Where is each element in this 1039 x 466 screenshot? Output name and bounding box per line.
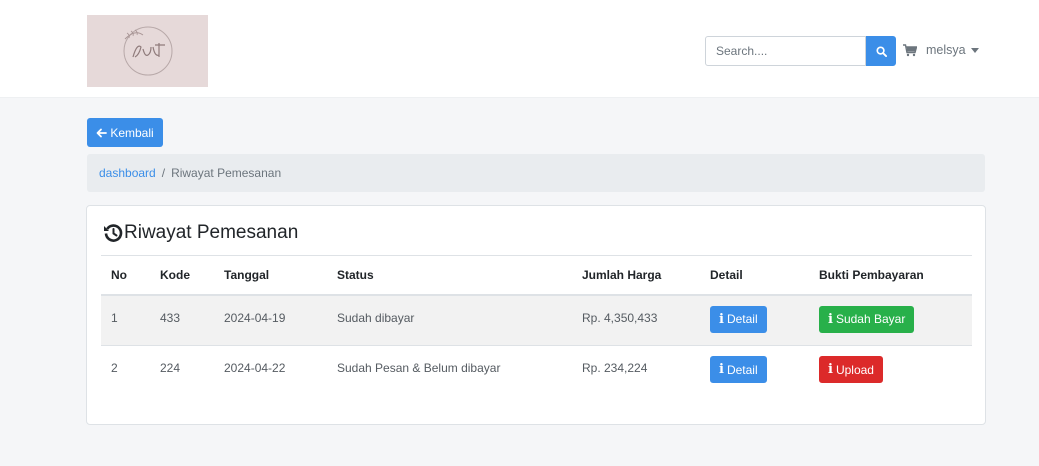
navbar: melsya bbox=[0, 0, 1039, 98]
table-row: 1 433 2024-04-19 Sudah dibayar Rp. 4,350… bbox=[101, 294, 972, 346]
cell-bukti-pembayaran: i Sudah Bayar bbox=[819, 294, 972, 346]
logo-mark-icon bbox=[123, 26, 172, 76]
detail-button[interactable]: i Detail bbox=[710, 305, 767, 333]
cell-status: Sudah Pesan & Belum dibayar bbox=[337, 345, 582, 397]
header-no: No bbox=[101, 255, 160, 296]
brand-logo[interactable] bbox=[87, 15, 208, 87]
arrow-left-icon bbox=[96, 128, 108, 137]
breadcrumb-current: Riwayat Pemesanan bbox=[171, 166, 282, 180]
user-menu[interactable]: melsya bbox=[926, 43, 979, 57]
info-icon: i bbox=[719, 362, 724, 377]
cell-kode: 224 bbox=[160, 345, 224, 397]
cell-tanggal: 2024-04-22 bbox=[224, 345, 337, 397]
breadcrumb: dashboard / Riwayat Pemesanan bbox=[87, 154, 985, 192]
search-input[interactable] bbox=[705, 36, 866, 66]
info-icon: i bbox=[828, 311, 833, 327]
header-detail: Detail bbox=[710, 255, 819, 296]
user-name: melsya bbox=[926, 43, 966, 57]
card-title-text: Riwayat Pemesanan bbox=[124, 222, 299, 243]
cell-kode: 433 bbox=[160, 294, 224, 346]
cell-detail: i Detail bbox=[710, 345, 819, 397]
order-history-table: No Kode Tanggal Status Jumlah Harga Deta… bbox=[101, 255, 972, 397]
detail-button-label: Detail bbox=[726, 312, 758, 326]
card-title: Riwayat Pemesanan bbox=[103, 222, 298, 244]
cell-detail: i Detail bbox=[710, 294, 819, 346]
header-jumlah-harga: Jumlah Harga bbox=[582, 255, 710, 296]
sudah-bayar-button[interactable]: i Sudah Bayar bbox=[819, 305, 915, 333]
info-icon: i bbox=[828, 362, 833, 377]
cell-bukti-pembayaran: i Upload bbox=[819, 345, 972, 397]
history-icon bbox=[104, 224, 123, 242]
bukti-button-label: Upload bbox=[835, 362, 874, 377]
table-row: 2 224 2024-04-22 Sudah Pesan & Belum dib… bbox=[101, 345, 972, 397]
upload-button[interactable]: i Upload bbox=[819, 356, 883, 383]
search-button[interactable] bbox=[866, 36, 896, 66]
header-kode: Kode bbox=[160, 255, 224, 296]
cell-no: 2 bbox=[101, 345, 160, 397]
cell-jumlah-harga: Rp. 4,350,433 bbox=[582, 294, 710, 346]
cell-jumlah-harga: Rp. 234,224 bbox=[582, 345, 710, 397]
order-history-card: Riwayat Pemesanan No Kode Tanggal Status… bbox=[86, 205, 986, 425]
header-status: Status bbox=[337, 255, 582, 296]
cell-status: Sudah dibayar bbox=[337, 294, 582, 346]
search-icon bbox=[875, 45, 887, 57]
header-bukti-pembayaran: Bukti Pembayaran bbox=[819, 255, 972, 296]
detail-button[interactable]: i Detail bbox=[710, 356, 767, 383]
header-tanggal: Tanggal bbox=[224, 255, 337, 296]
back-button[interactable]: Kembali bbox=[87, 118, 163, 147]
cell-no: 1 bbox=[101, 294, 160, 346]
table-header-row: No Kode Tanggal Status Jumlah Harga Deta… bbox=[101, 255, 972, 296]
cart-icon[interactable] bbox=[903, 44, 917, 57]
breadcrumb-link-dashboard[interactable]: dashboard bbox=[99, 166, 156, 180]
cell-tanggal: 2024-04-19 bbox=[224, 294, 337, 346]
breadcrumb-separator: / bbox=[161, 166, 166, 180]
info-icon: i bbox=[719, 311, 724, 327]
detail-button-label: Detail bbox=[726, 362, 758, 377]
caret-down-icon bbox=[970, 47, 979, 53]
back-button-label: Kembali bbox=[110, 125, 154, 140]
bukti-button-label: Sudah Bayar bbox=[835, 312, 906, 326]
